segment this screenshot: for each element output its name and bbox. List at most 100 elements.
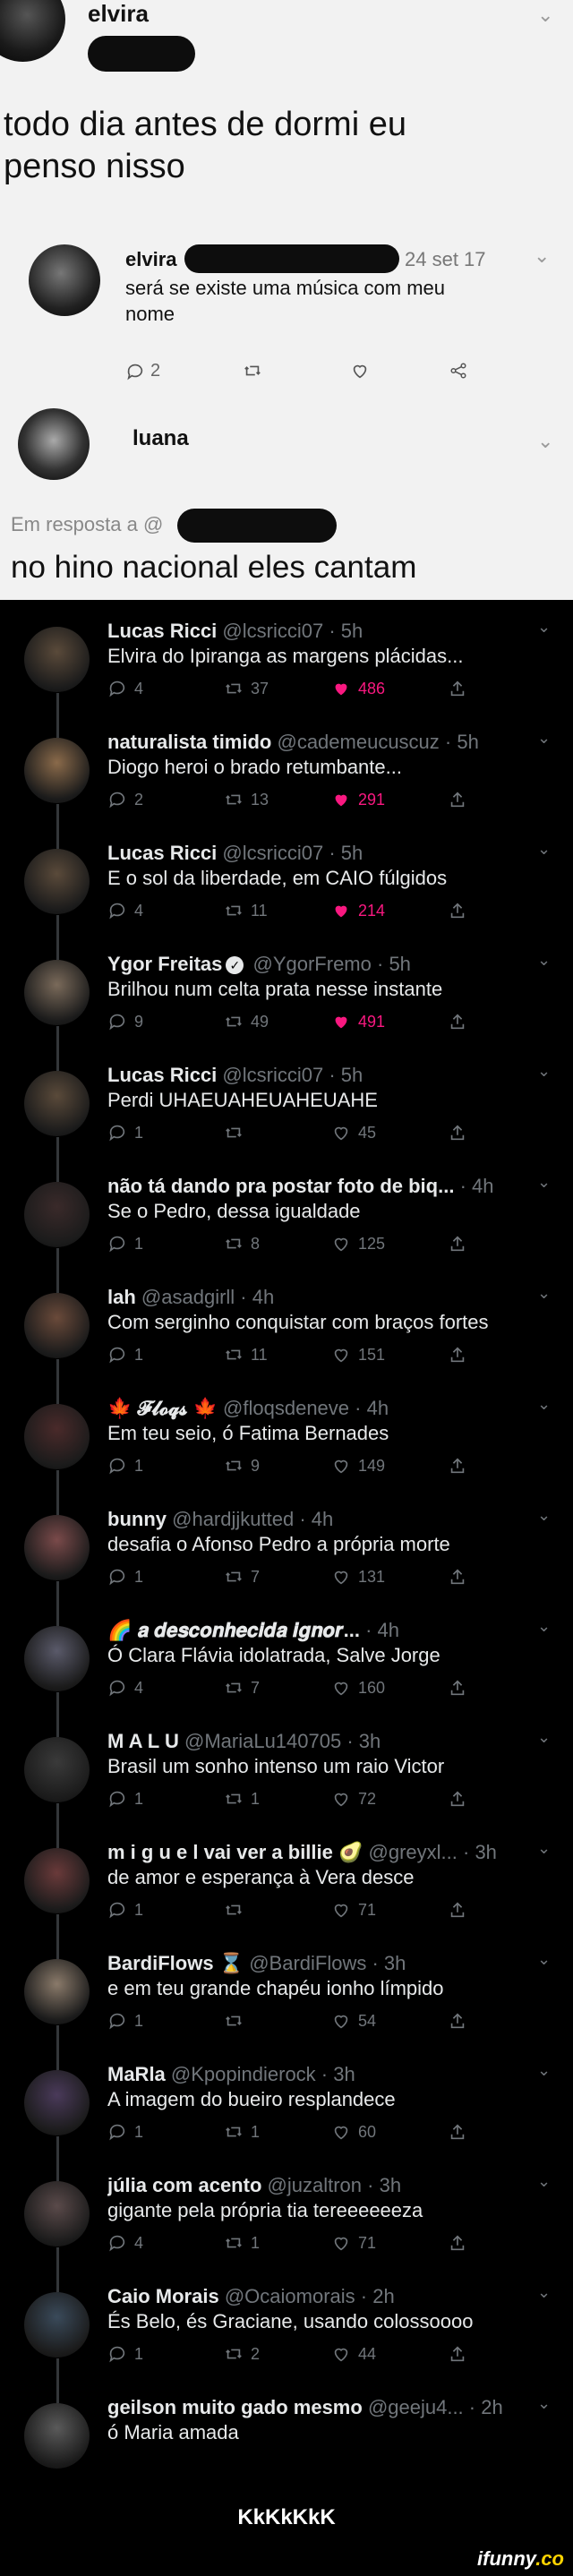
avatar[interactable]	[24, 1515, 90, 1580]
avatar[interactable]	[24, 960, 90, 1025]
thread-tweet[interactable]: lah @asadgirll · 4h ⌄ Com serginho conquis…	[0, 1266, 573, 1404]
retweet-button[interactable]: 7	[224, 1567, 260, 1587]
avatar[interactable]	[24, 849, 90, 914]
share-button[interactable]	[448, 1456, 467, 1476]
author-handle[interactable]: @hardjjkutted	[172, 1508, 294, 1530]
avatar[interactable]	[18, 408, 90, 480]
retweet-button[interactable]	[242, 361, 263, 386]
reply-button[interactable]: 1	[107, 1123, 143, 1143]
share-button[interactable]	[448, 790, 467, 809]
retweet-button[interactable]	[224, 1900, 251, 1920]
author-name[interactable]: geilson muito gado mesmo	[107, 2396, 363, 2418]
reply-button[interactable]: 4	[107, 1678, 143, 1698]
share-button[interactable]	[448, 1678, 467, 1698]
quoted-tweet[interactable]: elvira 24 set 17 ⌄ será se existe uma mú…	[29, 235, 552, 381]
retweet-button[interactable]: 13	[224, 790, 269, 809]
chevron-down-icon[interactable]: ⌄	[537, 4, 553, 27]
chevron-down-icon[interactable]: ⌄	[537, 430, 553, 453]
share-button[interactable]	[448, 1012, 467, 1031]
chevron-down-icon[interactable]: ⌄	[537, 2394, 551, 2413]
chevron-down-icon[interactable]: ⌄	[537, 951, 551, 970]
author-name[interactable]: Lucas Ricci	[107, 620, 217, 642]
chevron-down-icon[interactable]: ⌄	[537, 1617, 551, 1636]
chevron-down-icon[interactable]: ⌄	[537, 840, 551, 859]
chevron-down-icon[interactable]: ⌄	[537, 2061, 551, 2080]
like-button[interactable]: 491	[331, 1012, 385, 1031]
retweet-button[interactable]	[224, 1123, 251, 1143]
thread-tweet[interactable]: Caio Morais @Ocaiomorais · 2h ⌄ És Belo, é…	[0, 2265, 573, 2403]
reply-button[interactable]: 9	[107, 1012, 143, 1031]
avatar[interactable]	[24, 2292, 90, 2358]
author-handle[interactable]: @floqsdeneve	[223, 1397, 349, 1419]
thread-tweet[interactable]: não tá dando pra postar foto de biq... ·…	[0, 1155, 573, 1293]
retweet-button[interactable]: 7	[224, 1678, 260, 1698]
retweet-button[interactable]: 8	[224, 1234, 260, 1254]
author-handle[interactable]: @MariaLu140705	[184, 1730, 341, 1752]
author-name[interactable]: M A L U	[107, 1730, 179, 1752]
reply-button[interactable]: 1	[107, 1900, 143, 1920]
avatar[interactable]	[24, 1404, 90, 1469]
thread-tweet[interactable]: MaRla @Kpopindierock · 3h ⌄ A imagem do bu…	[0, 2043, 573, 2181]
author-name[interactable]: Lucas Ricci	[107, 1064, 217, 1086]
thread-tweet[interactable]: júlia com acento @juzaltron · 3h ⌄ gigante…	[0, 2154, 573, 2292]
chevron-down-icon[interactable]: ⌄	[537, 2172, 551, 2191]
like-button[interactable]: 214	[331, 901, 385, 920]
chevron-down-icon[interactable]: ⌄	[537, 1284, 551, 1303]
like-button[interactable]: 54	[331, 2011, 376, 2031]
like-button[interactable]: 151	[331, 1345, 385, 1365]
like-button[interactable]: 125	[331, 1234, 385, 1254]
like-button[interactable]: 71	[331, 1900, 376, 1920]
retweet-button[interactable]	[224, 2011, 251, 2031]
share-button[interactable]	[448, 901, 467, 920]
reply-button[interactable]: 1	[107, 1789, 143, 1809]
share-button[interactable]	[448, 1234, 467, 1254]
author-name[interactable]: naturalista timido	[107, 731, 271, 753]
share-button[interactable]	[448, 1900, 467, 1920]
reply-button[interactable]: 4	[107, 901, 143, 920]
retweet-button[interactable]: 1	[224, 2122, 260, 2142]
author-handle[interactable]: @lcsricci07	[222, 842, 323, 864]
like-button[interactable]: 131	[331, 1567, 385, 1587]
author-handle[interactable]: @juzaltron	[268, 2174, 363, 2196]
chevron-down-icon[interactable]: ⌄	[537, 1506, 551, 1525]
retweet-button[interactable]: 1	[224, 1789, 260, 1809]
avatar[interactable]	[24, 1737, 90, 1802]
author-name[interactable]: elvira	[125, 248, 177, 271]
reply-button[interactable]: 2	[125, 361, 160, 381]
author-handle[interactable]: @greyxl...	[369, 1841, 458, 1863]
share-button[interactable]	[448, 2122, 467, 2142]
reply-button[interactable]: 1	[107, 2344, 143, 2364]
avatar[interactable]	[24, 2181, 90, 2247]
author-name[interactable]: Lucas Ricci	[107, 842, 217, 864]
author-name[interactable]: elvira	[88, 0, 149, 28]
retweet-button[interactable]: 11	[224, 901, 268, 920]
author-name[interactable]: não tá dando pra postar foto de biq...	[107, 1175, 454, 1197]
like-button[interactable]: 60	[331, 2122, 376, 2142]
chevron-down-icon[interactable]: ⌄	[537, 1728, 551, 1747]
author-handle[interactable]: @lcsricci07	[222, 620, 323, 642]
author-handle[interactable]: @BardiFlows	[249, 1952, 366, 1974]
avatar[interactable]	[24, 1182, 90, 1247]
author-handle[interactable]: @geeju4...	[368, 2396, 464, 2418]
share-button[interactable]	[448, 679, 467, 698]
thread-tweet[interactable]: bunny @hardjjkutted · 4h ⌄ desafia o Afons…	[0, 1488, 573, 1626]
thread-tweet[interactable]: geilson muito gado mesmo @geeju4... · 2h…	[0, 2376, 573, 2491]
chevron-down-icon[interactable]: ⌄	[537, 1950, 551, 1969]
author-name[interactable]: júlia com acento	[107, 2174, 261, 2196]
retweet-button[interactable]: 49	[224, 1012, 269, 1031]
avatar[interactable]	[24, 627, 90, 692]
thread-tweet[interactable]: BardiFlows ⌛ @BardiFlows · 3h ⌄ e em teu g…	[0, 1932, 573, 2070]
reply-button[interactable]: 2	[107, 790, 143, 809]
share-button[interactable]	[448, 2011, 467, 2031]
avatar[interactable]	[24, 1626, 90, 1691]
chevron-down-icon[interactable]: ⌄	[537, 618, 551, 637]
retweet-button[interactable]: 37	[224, 679, 269, 698]
author-handle[interactable]: @cademeucuscuz	[277, 731, 439, 753]
author-name[interactable]: Ygor Freitas	[107, 953, 222, 975]
avatar[interactable]	[24, 1293, 90, 1358]
share-button[interactable]	[448, 361, 469, 386]
author-name[interactable]: m i g u e l vai ver a billie 🥑	[107, 1841, 363, 1863]
share-button[interactable]	[448, 1567, 467, 1587]
reply-button[interactable]: 1	[107, 1234, 143, 1254]
reply-button[interactable]: 1	[107, 2122, 143, 2142]
